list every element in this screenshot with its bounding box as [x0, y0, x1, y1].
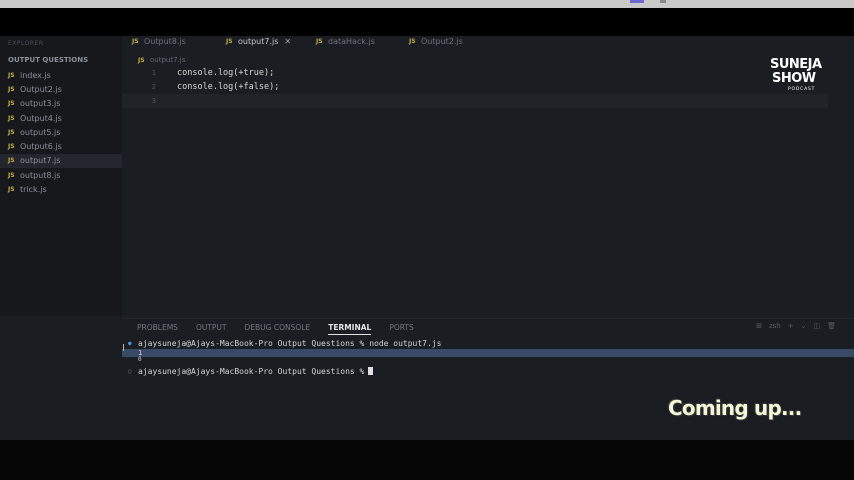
terminal-line: ● ajaysuneja@Ajays-MacBook-Pro Output Que… — [122, 337, 854, 349]
logo-line: SUNEJA — [770, 57, 822, 72]
prompt-status-icon: ○ — [128, 367, 132, 375]
file-label: Output2.js — [20, 84, 62, 94]
top-strip-indicator — [660, 0, 666, 3]
file-list: JS index.js JS Output2.js JS output3.js JS O… — [0, 68, 122, 197]
terminal-prompt-line[interactable]: ○ ajaysuneja@Ajays-MacBook-Pro Output Que… — [122, 365, 854, 377]
folder-header[interactable]: OUTPUT QUESTIONS — [8, 56, 88, 64]
tab-terminal[interactable]: TERMINAL — [328, 323, 372, 335]
logo-line: SHOW — [772, 71, 816, 86]
js-file-icon: JS — [8, 143, 15, 151]
terminal-text: ajaysuneja@Ajays-MacBook-Pro Output Ques… — [138, 366, 365, 376]
code-text: console.log(+false); — [177, 82, 280, 92]
text-cursor-icon: I — [122, 343, 125, 354]
file-label: output5.js — [20, 127, 61, 137]
close-icon[interactable]: ✕ — [284, 37, 291, 46]
js-file-icon: JS — [138, 56, 145, 64]
js-file-icon: JS — [8, 100, 15, 108]
tab-debug-console[interactable]: DEBUG CONSOLE — [245, 323, 311, 335]
js-file-icon: JS — [8, 71, 15, 79]
logo-line: PODCAST — [788, 87, 816, 92]
js-file-icon: JS — [8, 186, 15, 194]
file-label: index.js — [20, 70, 51, 80]
tab-datahack[interactable]: JS dataHack.js — [316, 37, 375, 46]
js-file-icon: JS — [8, 128, 15, 136]
terminal-text: 0 — [138, 355, 142, 363]
explorer-sidebar: EXPLORER OUTPUT QUESTIONS JS index.js JS O… — [0, 36, 122, 316]
terminal-output-line: 0 — [122, 355, 854, 363]
suneja-show-logo: SUNEJA SHOW PODCAST — [770, 58, 830, 96]
js-file-icon: JS — [132, 38, 139, 45]
command-status-icon: ● — [128, 339, 132, 347]
code-text: console.log(+true); — [177, 68, 275, 78]
file-item-output7[interactable]: JS output7.js — [0, 153, 122, 169]
line-number: 2 — [151, 83, 156, 91]
js-file-icon: JS — [316, 38, 323, 45]
panel-actions: ⊞ zsh + ⌄ ◫ 🗑 — [756, 322, 836, 330]
tab-output8[interactable]: JS Output8.js — [132, 37, 186, 46]
file-item-output4[interactable]: JS Output4.js — [0, 111, 122, 125]
file-item-output5[interactable]: JS output5.js — [0, 125, 122, 139]
line-number: 1 — [151, 69, 156, 77]
editor-tabs: JS Output8.js JS output7.js ✕ JS dataHack.js… — [122, 36, 854, 48]
top-strip — [0, 0, 854, 8]
file-item-trick[interactable]: JS trick.js — [0, 182, 122, 196]
breadcrumb[interactable]: JS output7.js — [138, 56, 185, 64]
terminal-icon[interactable]: ⊞ — [756, 322, 762, 330]
file-item-output6[interactable]: JS Output6.js — [0, 139, 122, 153]
terminal-text: ajaysuneja@Ajays-MacBook-Pro Output Ques… — [138, 338, 442, 348]
bottom-panel: PROBLEMS OUTPUT DEBUG CONSOLE TERMINAL P… — [122, 318, 854, 441]
code-editor[interactable]: 1 console.log(+true); 2 console.log(+false… — [122, 66, 828, 311]
code-line: 2 console.log(+false); — [122, 80, 828, 94]
line-number: 3 — [151, 97, 156, 105]
tab-output7[interactable]: JS output7.js ✕ — [226, 37, 291, 46]
file-label: Output4.js — [20, 113, 62, 123]
explorer-title: EXPLORER — [8, 40, 44, 47]
js-file-icon: JS — [8, 157, 15, 165]
trash-icon[interactable]: 🗑 — [827, 322, 836, 330]
vscode-window: EXPLORER OUTPUT QUESTIONS JS index.js JS O… — [0, 36, 854, 442]
chevron-down-icon[interactable]: ⌄ — [801, 322, 807, 330]
tab-label: Output8.js — [144, 37, 186, 46]
file-label: output3.js — [20, 99, 61, 109]
terminal-cursor — [368, 367, 374, 375]
js-file-icon: JS — [409, 38, 416, 45]
panel-tabs: PROBLEMS OUTPUT DEBUG CONSOLE TERMINAL P… — [137, 323, 414, 335]
tab-label: Output2.js — [421, 37, 463, 46]
file-label: Output6.js — [20, 142, 62, 152]
tab-problems[interactable]: PROBLEMS — [137, 323, 178, 335]
file-item-output3[interactable]: JS output3.js — [0, 97, 122, 111]
js-file-icon: JS — [8, 114, 15, 122]
split-icon[interactable]: ◫ — [813, 322, 820, 330]
file-label: trick.js — [20, 185, 47, 195]
tab-ports[interactable]: PORTS — [389, 323, 413, 335]
code-line: 1 console.log(+true); — [122, 66, 828, 80]
breadcrumb-label: output7.js — [150, 56, 186, 64]
shell-label[interactable]: zsh — [769, 322, 781, 330]
tab-output2[interactable]: JS Output2.js — [409, 37, 463, 46]
add-terminal-icon[interactable]: + — [788, 322, 794, 330]
file-item-output2[interactable]: JS Output2.js — [0, 82, 122, 96]
bottom-bar — [0, 440, 854, 480]
tab-output[interactable]: OUTPUT — [196, 323, 227, 335]
tab-label: output7.js — [238, 37, 279, 46]
file-item-index[interactable]: JS index.js — [0, 68, 122, 82]
file-label: output8.js — [20, 170, 61, 180]
js-file-icon: JS — [8, 85, 15, 93]
tab-label: dataHack.js — [328, 37, 375, 46]
js-file-icon: JS — [8, 171, 15, 179]
js-file-icon: JS — [226, 38, 233, 45]
file-item-output8[interactable]: JS output8.js — [0, 168, 122, 182]
top-strip-indicator — [630, 0, 644, 3]
code-line-current: 3 — [122, 94, 828, 108]
coming-up-caption: Coming up... — [668, 396, 802, 420]
file-label: output7.js — [20, 156, 61, 166]
